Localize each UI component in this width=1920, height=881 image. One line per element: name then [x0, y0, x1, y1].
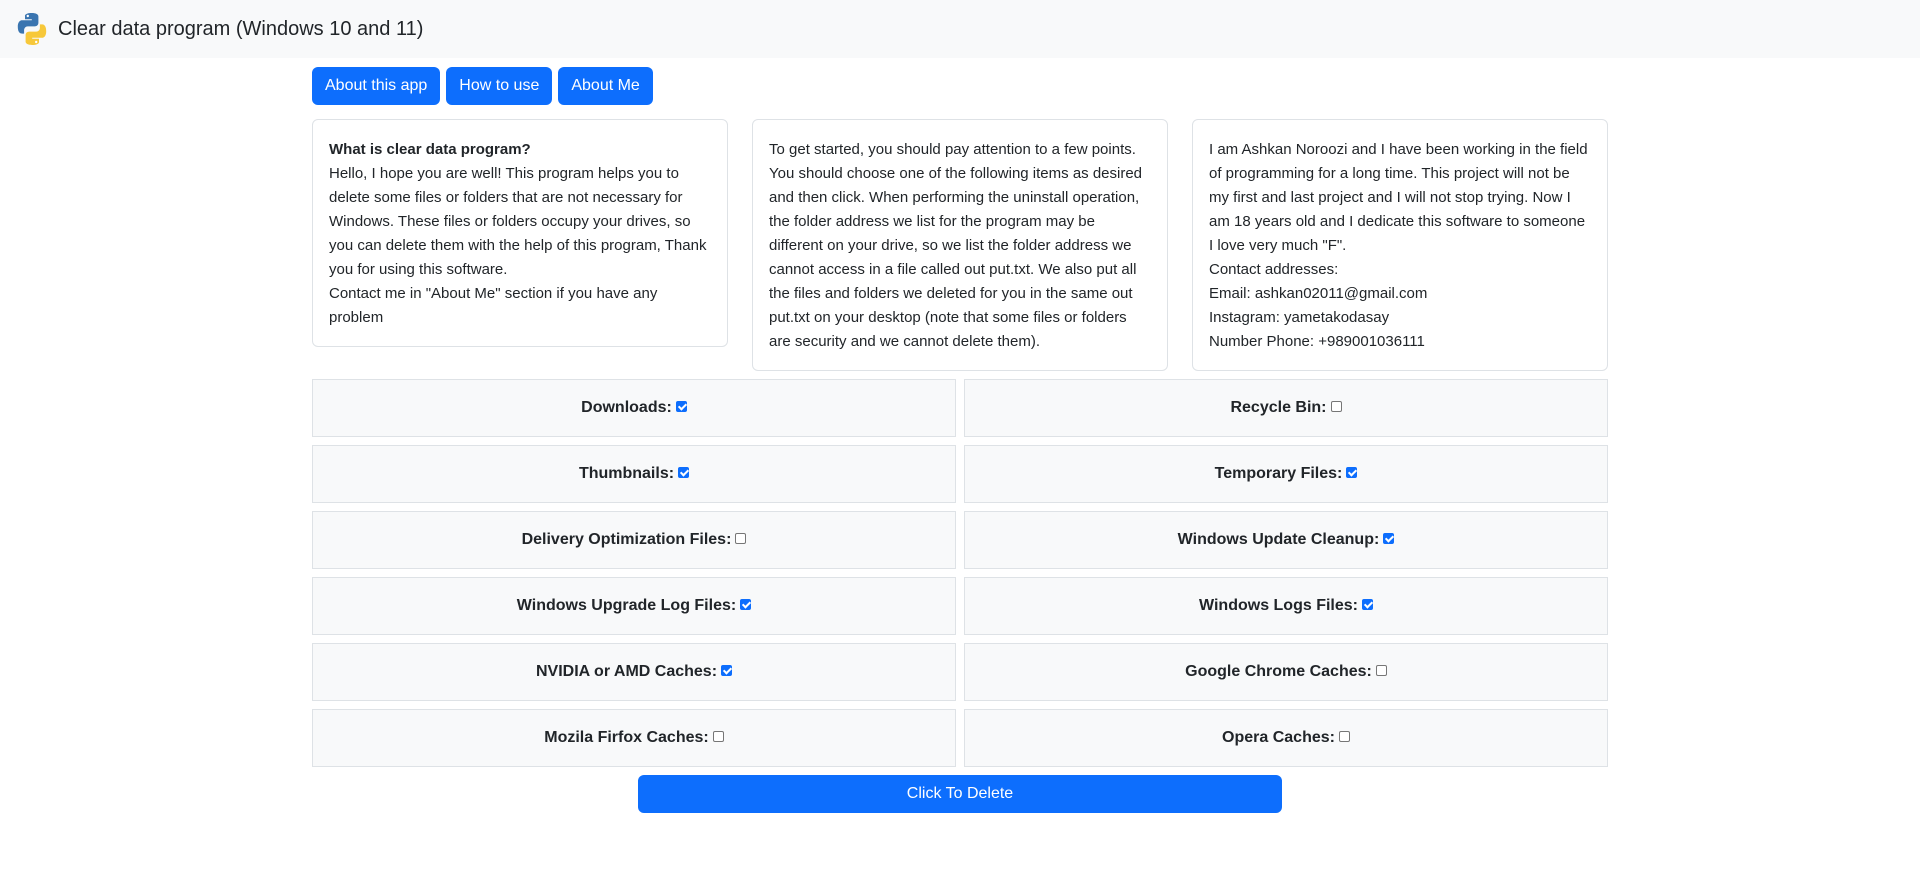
how-to-use-text: To get started, you should pay attention…	[769, 141, 1143, 350]
thumbnails-checkbox[interactable]	[678, 466, 690, 478]
tab-how-to-use[interactable]: How to use	[446, 67, 553, 105]
about-app-card: What is clear data program? Hello, I hop…	[312, 119, 728, 347]
about-app-heading: What is clear data program?	[329, 141, 531, 158]
option-label: Temporary Files:	[1214, 465, 1343, 482]
downloads-checkbox[interactable]	[675, 400, 687, 412]
about-me-card: I am Ashkan Noroozi and I have been work…	[1192, 119, 1608, 371]
option-windows-update-cleanup: Windows Update Cleanup:	[964, 511, 1608, 569]
about-app-contact-text: Contact me in "About Me" section if you …	[329, 285, 658, 326]
option-label: Opera Caches:	[1222, 729, 1335, 746]
windows-upgrade-logs-checkbox[interactable]	[740, 598, 752, 610]
python-logo-icon	[17, 13, 47, 45]
option-opera-caches: Opera Caches:	[964, 709, 1608, 767]
tab-bar: About this app How to use About Me	[312, 67, 1608, 105]
option-label: Delivery Optimization Files:	[521, 531, 732, 548]
how-to-use-card: To get started, you should pay attention…	[752, 119, 1168, 371]
contact-instagram: Instagram: yametakodasay	[1209, 309, 1390, 326]
option-windows-upgrade-logs: Windows Upgrade Log Files:	[312, 577, 956, 635]
option-label: Mozila Firfox Caches:	[544, 729, 709, 746]
about-me-bio: I am Ashkan Noroozi and I have been work…	[1209, 141, 1588, 254]
option-downloads: Downloads:	[312, 379, 956, 437]
option-temporary-files: Temporary Files:	[964, 445, 1608, 503]
info-cards: What is clear data program? Hello, I hop…	[312, 119, 1608, 371]
main-container: About this app How to use About Me What …	[312, 67, 1608, 813]
app-title: Clear data program (Windows 10 and 11)	[58, 17, 424, 40]
option-recycle-bin: Recycle Bin:	[964, 379, 1608, 437]
recycle-bin-checkbox[interactable]	[1330, 400, 1342, 412]
delivery-optimization-checkbox[interactable]	[735, 532, 747, 544]
gpu-caches-checkbox[interactable]	[721, 664, 733, 676]
option-label: Windows Update Cleanup:	[1177, 531, 1380, 548]
tab-about-me[interactable]: About Me	[558, 67, 653, 105]
option-label: Windows Upgrade Log Files:	[516, 597, 737, 614]
option-label: NVIDIA or AMD Caches:	[535, 663, 718, 680]
option-label: Recycle Bin:	[1230, 399, 1327, 416]
about-app-text: Hello, I hope you are well! This program…	[329, 165, 707, 278]
opera-caches-checkbox[interactable]	[1338, 730, 1350, 742]
option-windows-logs: Windows Logs Files:	[964, 577, 1608, 635]
option-label: Downloads:	[581, 399, 672, 416]
option-firefox-caches: Mozila Firfox Caches:	[312, 709, 956, 767]
contact-addresses-label: Contact addresses:	[1209, 261, 1339, 278]
option-label: Windows Logs Files:	[1199, 597, 1358, 614]
contact-phone: Number Phone: +989001036111	[1209, 333, 1425, 350]
option-chrome-caches: Google Chrome Caches:	[964, 643, 1608, 701]
option-label: Google Chrome Caches:	[1185, 663, 1372, 680]
option-thumbnails: Thumbnails:	[312, 445, 956, 503]
contact-email: Email: ashkan02011@gmail.com	[1209, 285, 1428, 302]
top-navbar: Clear data program (Windows 10 and 11)	[0, 0, 1920, 58]
tab-about-app[interactable]: About this app	[312, 67, 441, 105]
delete-button[interactable]: Click To Delete	[638, 775, 1282, 813]
temporary-files-checkbox[interactable]	[1346, 466, 1358, 478]
firefox-caches-checkbox[interactable]	[712, 730, 724, 742]
windows-update-cleanup-checkbox[interactable]	[1383, 532, 1395, 544]
cleanup-options: Downloads: Recycle Bin: Thumbnails: Temp…	[312, 379, 1608, 767]
option-gpu-caches: NVIDIA or AMD Caches:	[312, 643, 956, 701]
chrome-caches-checkbox[interactable]	[1375, 664, 1387, 676]
delete-row: Click To Delete	[312, 775, 1608, 813]
option-delivery-optimization: Delivery Optimization Files:	[312, 511, 956, 569]
windows-logs-checkbox[interactable]	[1361, 598, 1373, 610]
option-label: Thumbnails:	[578, 465, 675, 482]
